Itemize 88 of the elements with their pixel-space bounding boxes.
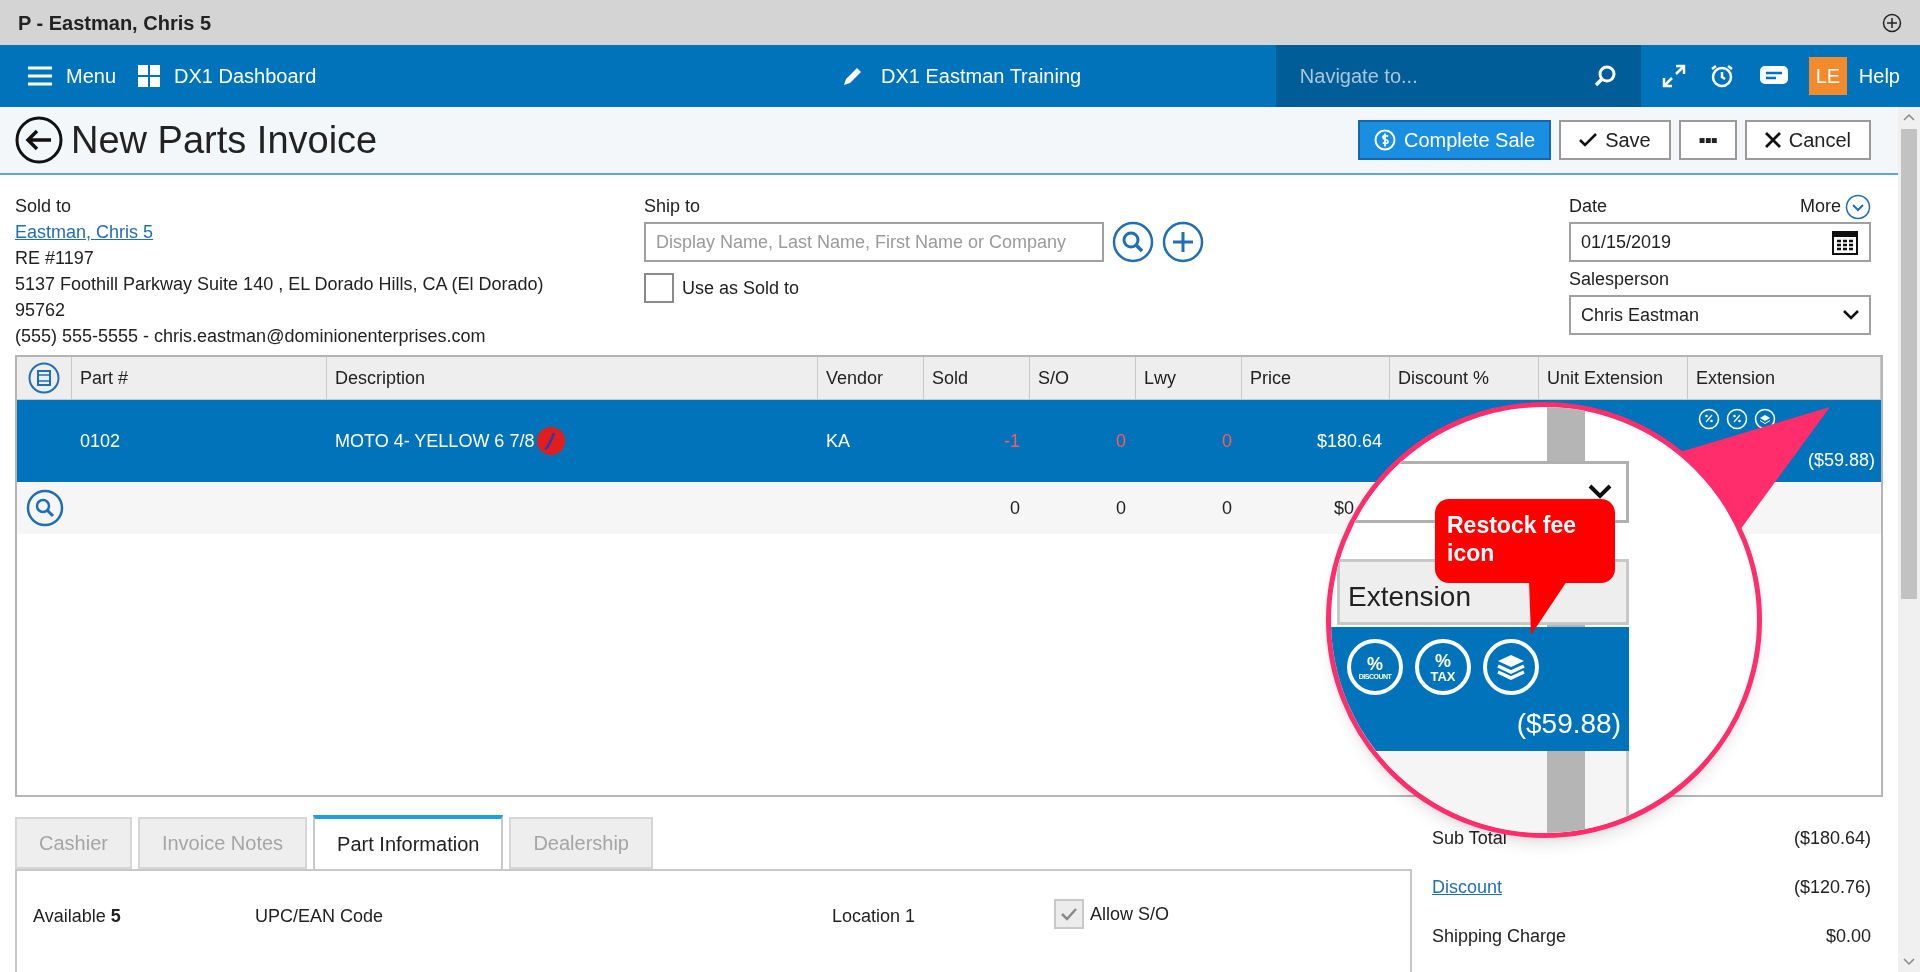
chevron-down-icon <box>1588 484 1612 500</box>
column-header[interactable]: Description <box>335 364 426 392</box>
scrollbar[interactable] <box>1898 107 1920 972</box>
chevron-down-icon <box>1843 310 1859 320</box>
dollar-icon <box>1373 129 1396 151</box>
salesperson-label: Salesperson <box>1569 268 1671 291</box>
tax-icon[interactable] <box>1726 408 1748 430</box>
checkbox[interactable] <box>1054 899 1084 929</box>
layers-icon[interactable] <box>1754 408 1776 430</box>
table-cell-text: 0 <box>1116 429 1126 453</box>
check-icon <box>1579 132 1598 148</box>
more-button[interactable]: ▪▪▪ <box>1678 120 1737 160</box>
tab[interactable]: Part Information <box>313 815 504 871</box>
scroll-up-icon[interactable] <box>1903 113 1915 121</box>
total-label: Shipping Charge <box>1432 925 1567 948</box>
column-header[interactable]: Extension <box>1696 364 1776 392</box>
checkbox[interactable] <box>644 273 674 303</box>
table-cell-text: $0 <box>1333 496 1354 520</box>
back-icon[interactable] <box>15 116 63 164</box>
table-cell-text: 0 <box>1222 496 1232 520</box>
store-button[interactable]: DX1 Eastman Training <box>841 61 1082 91</box>
column-header[interactable]: Part # <box>80 364 129 392</box>
page-title: New Parts Invoice <box>71 117 378 163</box>
table-cell-text: ($59.88) <box>1807 449 1875 472</box>
cancel-button[interactable]: Cancel <box>1744 120 1871 160</box>
table-cell-text: MOTO 4- YELLOW 6 7/8 <box>335 429 535 453</box>
column-header[interactable]: Price <box>1250 364 1291 392</box>
date-label: Date <box>1569 195 1608 218</box>
table-cell-text: $180.64 <box>1316 429 1382 453</box>
checkbox-label: Allow S/O <box>1090 902 1170 926</box>
upc-label: UPC/EAN Code <box>255 905 385 928</box>
add-icon[interactable] <box>1882 12 1902 33</box>
complete-sale-button[interactable]: Complete Sale <box>1357 120 1552 160</box>
salesperson-dropdown[interactable]: Chris Eastman <box>1569 295 1871 335</box>
window-title: P - Eastman, Chris 5 <box>18 10 212 36</box>
expand-icon[interactable] <box>1660 63 1687 89</box>
available-label: Available 5 <box>33 905 122 928</box>
table-cell-text: 0 <box>1116 496 1126 520</box>
sold-to-label: Sold to <box>15 195 73 218</box>
calendar-icon[interactable] <box>1831 228 1859 256</box>
navigate-field[interactable]: Navigate to... <box>1299 61 1580 91</box>
total-label: Sub Total <box>1432 827 1507 850</box>
column-header[interactable]: Discount % <box>1398 364 1490 392</box>
column-header[interactable]: Lwy <box>1144 364 1176 392</box>
total-value: ($180.64) <box>1793 827 1871 850</box>
callout-tail <box>1527 581 1569 637</box>
search-icon[interactable] <box>1112 221 1154 263</box>
ship-to-field[interactable]: Display Name, Last Name, First Name or Company <box>644 222 1104 262</box>
more-toggle[interactable]: More <box>1800 193 1871 220</box>
total-value: ($120.76) <box>1793 876 1871 899</box>
table-cell-text: -1 <box>1004 429 1020 453</box>
tax-icon[interactable]: % TAX <box>1415 639 1471 695</box>
address-line: RE #1197 <box>15 247 95 270</box>
address-line: (555) 555-5555 - chris.eastman@dominionenterprises.com <box>15 325 487 348</box>
dashboard-button[interactable]: DX1 Dashboard <box>138 61 317 91</box>
column-header[interactable]: Sold <box>932 364 969 392</box>
search-icon[interactable] <box>1592 64 1617 88</box>
navigate-search-bar[interactable]: Navigate to... <box>1275 45 1641 107</box>
column-header[interactable]: Unit Extension <box>1547 364 1664 392</box>
column-header[interactable]: S/O <box>1038 364 1069 392</box>
extension-value: ($59.88) <box>1516 707 1621 741</box>
location-label: Location 1 <box>832 905 917 928</box>
total-value: $0.00 <box>1825 925 1871 948</box>
table-cell-text: 0 <box>1010 496 1020 520</box>
date-field[interactable]: 01/15/2019 <box>1569 222 1871 262</box>
address-line: 5137 Foothill Parkway Suite 140 , EL Dorado Hills, CA (El Dorado) <box>15 273 545 296</box>
discount-icon[interactable] <box>1698 408 1720 430</box>
menu-icon <box>28 66 52 86</box>
table-cell-text: KA <box>826 429 850 453</box>
search-icon[interactable] <box>25 489 64 527</box>
address-line: 95762 <box>15 299 67 322</box>
customer-link[interactable]: Eastman, Chris 5 <box>15 219 154 245</box>
layers-icon[interactable] <box>1483 639 1539 695</box>
menu-button[interactable]: Menu <box>28 61 117 91</box>
close-icon <box>1764 132 1781 148</box>
scroll-down-icon[interactable] <box>1903 958 1915 966</box>
ship-to-label: Ship to <box>644 195 702 218</box>
add-icon[interactable] <box>1162 221 1204 263</box>
chevron-icon <box>1845 193 1871 220</box>
discount-link[interactable]: Discount <box>1432 874 1503 901</box>
table-cell-text: 0 <box>1222 429 1232 453</box>
help-link[interactable]: Help <box>1858 61 1900 91</box>
checkbox-label: Use as Sold to <box>682 276 800 300</box>
grid-icon <box>138 65 161 87</box>
column-header[interactable]: Vendor <box>826 364 884 392</box>
table-cell-text: 0102 <box>80 429 121 453</box>
save-button[interactable]: Save <box>1559 120 1671 160</box>
callout-tooltip: Restock fee icon <box>1435 499 1615 583</box>
